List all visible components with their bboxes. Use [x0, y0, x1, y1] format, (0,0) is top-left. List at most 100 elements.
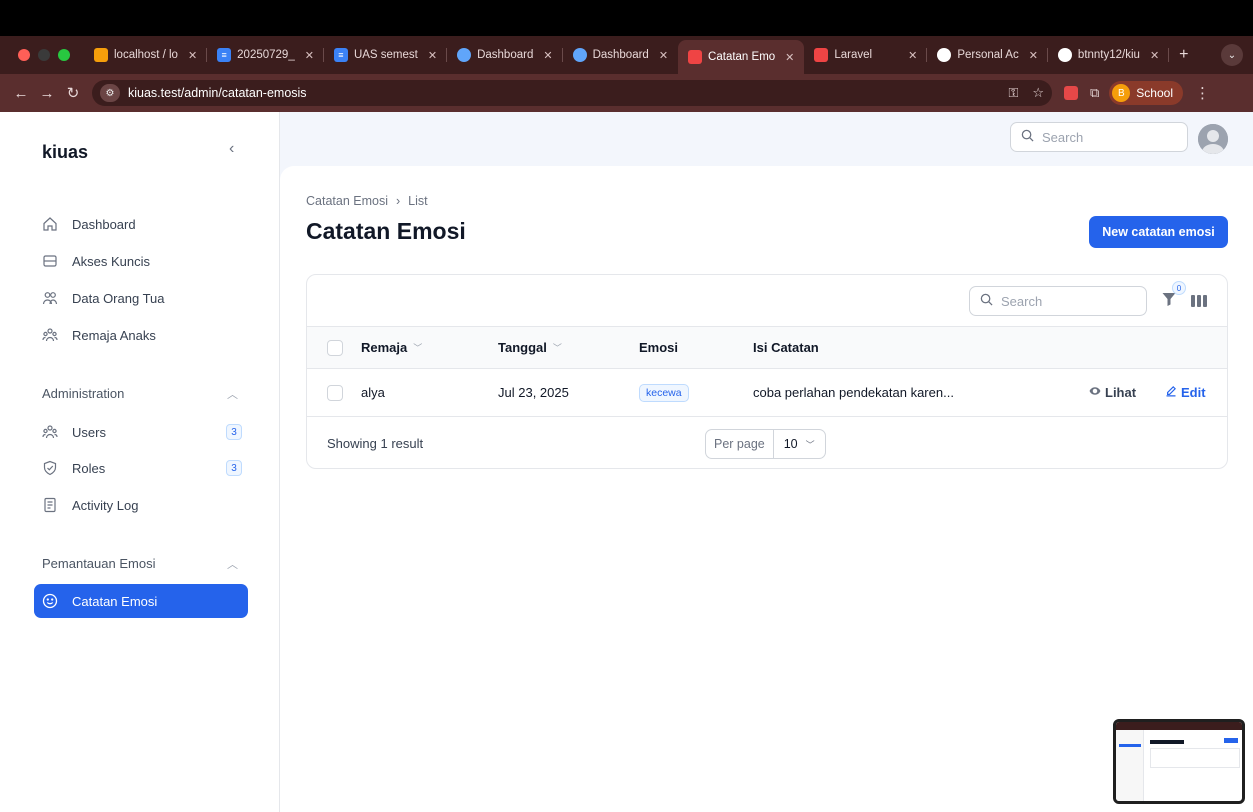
close-icon[interactable]: ✕ — [785, 51, 794, 64]
sidebar-item-dashboard[interactable]: Dashboard — [34, 207, 248, 241]
view-action[interactable]: Lihat — [1089, 369, 1136, 416]
profile-label: School — [1136, 86, 1173, 100]
page-title: Catatan Emosi — [306, 218, 466, 244]
close-icon[interactable]: ✕ — [428, 49, 437, 62]
count-badge: 3 — [226, 424, 242, 440]
user-avatar[interactable] — [1198, 124, 1228, 154]
maximize-window-button[interactable] — [58, 49, 70, 61]
close-icon[interactable]: ✕ — [188, 49, 197, 62]
browser-tab-active[interactable]: Catatan Emo ✕ — [678, 40, 805, 74]
filter-button[interactable]: 0 — [1161, 281, 1186, 312]
column-label: Isi Catatan — [753, 340, 819, 355]
eye-icon — [1089, 385, 1101, 400]
globe-icon — [572, 48, 587, 62]
tab-label: Laravel — [834, 49, 873, 61]
globe-icon — [457, 48, 472, 62]
sidebar-item-remaja-anaks[interactable]: Remaja Anaks — [34, 318, 248, 352]
close-icon[interactable]: ✕ — [659, 49, 668, 62]
browser-menu-icon[interactable]: ⋮ — [1195, 84, 1210, 102]
new-tab-button[interactable]: + — [1169, 46, 1198, 64]
address-bar[interactable]: ⚙ kiuas.test/admin/catatan-emosis ⚿ ☆ — [92, 80, 1052, 106]
os-menubar — [0, 0, 1253, 36]
browser-tab[interactable]: localhost / lo ✕ — [84, 40, 208, 70]
password-key-icon[interactable]: ⚿ — [1008, 85, 1018, 101]
cell-isi-catatan: coba perlahan pendekatan karen... — [753, 385, 954, 400]
close-icon[interactable]: ✕ — [908, 49, 917, 62]
cell-remaja: alya — [361, 385, 385, 400]
back-button[interactable]: ← — [8, 85, 34, 102]
sidebar-item-activity-log[interactable]: Activity Log — [34, 488, 248, 522]
site-settings-icon[interactable]: ⚙ — [100, 84, 120, 102]
columns-icon[interactable] — [1191, 294, 1207, 313]
close-icon[interactable]: ✕ — [1150, 49, 1159, 62]
brand-logo[interactable]: kiuas — [42, 142, 88, 163]
pencil-icon — [1165, 385, 1177, 400]
extensions-puzzle-icon[interactable]: ⧉ — [1090, 85, 1099, 101]
collapse-sidebar-icon[interactable]: ‹ — [229, 140, 234, 158]
browser-tab[interactable]: Personal Ac ✕ — [927, 40, 1048, 70]
sidebar-item-catatan-emosi[interactable]: Catatan Emosi — [34, 584, 248, 618]
browser-tab[interactable]: Dashboard ✕ — [447, 40, 563, 70]
close-icon[interactable]: ✕ — [305, 49, 314, 62]
chevron-up-icon[interactable]: ︿ — [227, 386, 238, 402]
sidebar-item-label: Catatan Emosi — [72, 593, 158, 609]
sidebar-item-label: Dashboard — [72, 216, 136, 232]
chevron-down-icon: ﹀ — [413, 343, 423, 353]
table-toolbar: Search 0 — [307, 275, 1227, 327]
per-page-select[interactable]: Per page 10 ﹀ — [705, 429, 826, 459]
table-search-input[interactable]: Search — [969, 286, 1147, 316]
browser-tab[interactable]: btnnty12/kiu ✕ — [1048, 40, 1170, 70]
minimize-window-button[interactable] — [38, 49, 50, 61]
tab-search-button[interactable]: ⌄ — [1221, 44, 1243, 66]
table-card: Search 0 Remaja ﹀ Tanggal ﹀ Emosi Isi Cata… — [306, 274, 1228, 469]
browser-tab[interactable]: ≡ 20250729_ ✕ — [207, 40, 324, 70]
table-row[interactable]: alya Jul 23, 2025 kecewa coba perlahan p… — [307, 369, 1227, 417]
funnel-icon — [1161, 293, 1177, 311]
close-window-button[interactable] — [18, 49, 30, 61]
reload-button[interactable]: ↻ — [60, 84, 86, 102]
table-header: Remaja ﹀ Tanggal ﹀ Emosi Isi Catatan — [307, 327, 1227, 369]
profile-avatar: B — [1112, 84, 1131, 102]
bookmark-star-icon[interactable]: ☆ — [1032, 85, 1044, 101]
github-icon — [1057, 48, 1072, 62]
sidebar-item-label: Akses Kuncis — [72, 253, 151, 269]
browser-tab[interactable]: Laravel ✕ — [804, 40, 928, 70]
breadcrumb-link[interactable]: Catatan Emosi — [306, 194, 388, 208]
browser-toolbar: ← → ↻ ⚙ kiuas.test/admin/catatan-emosis … — [0, 74, 1253, 112]
screenshot-thumbnail[interactable] — [1113, 719, 1245, 804]
search-icon — [1021, 129, 1034, 145]
browser-tab[interactable]: Dashboard ✕ — [563, 40, 678, 70]
row-checkbox[interactable] — [327, 369, 343, 416]
github-icon — [937, 48, 952, 62]
emosi-badge: kecewa — [639, 383, 689, 402]
sidebar-item-users[interactable]: Users 3 — [34, 415, 248, 449]
smile-icon — [42, 593, 58, 609]
new-catatan-emosi-button[interactable]: New catatan emosi — [1089, 216, 1228, 248]
nav-group-administration[interactable]: Administration ︿ — [42, 386, 238, 402]
sidebar-item-data-orang-tua[interactable]: Data Orang Tua — [34, 281, 248, 315]
profile-chip[interactable]: B School — [1109, 81, 1183, 105]
browser-tab[interactable]: ≡ UAS semest ✕ — [324, 40, 448, 70]
global-search-input[interactable]: Search — [1010, 122, 1188, 152]
laravel-icon — [688, 50, 703, 64]
close-icon[interactable]: ✕ — [1029, 49, 1038, 62]
home-icon — [42, 216, 58, 232]
sidebar-item-roles[interactable]: Roles 3 — [34, 451, 248, 485]
column-label: Tanggal — [498, 340, 547, 355]
close-icon[interactable]: ✕ — [543, 49, 552, 62]
forward-button[interactable]: → — [34, 85, 60, 102]
column-header-remaja[interactable]: Remaja ﹀ — [361, 327, 422, 368]
extension-icon[interactable] — [1064, 86, 1078, 100]
nav-group-pemantauan-emosi[interactable]: Pemantauan Emosi ︿ — [42, 556, 238, 572]
search-placeholder: Search — [1001, 293, 1043, 309]
tab-label: Dashboard — [477, 49, 534, 61]
select-all-checkbox[interactable] — [327, 327, 343, 368]
chevron-up-icon[interactable]: ︿ — [227, 556, 238, 572]
users-icon — [42, 290, 58, 306]
sidebar-item-label: Remaja Anaks — [72, 327, 156, 343]
column-header-tanggal[interactable]: Tanggal ﹀ — [498, 327, 562, 368]
laravel-icon — [814, 48, 829, 62]
sidebar-item-akses-kuncis[interactable]: Akses Kuncis — [34, 244, 248, 278]
edit-action[interactable]: Edit — [1165, 369, 1206, 416]
search-placeholder: Search — [1042, 129, 1084, 145]
